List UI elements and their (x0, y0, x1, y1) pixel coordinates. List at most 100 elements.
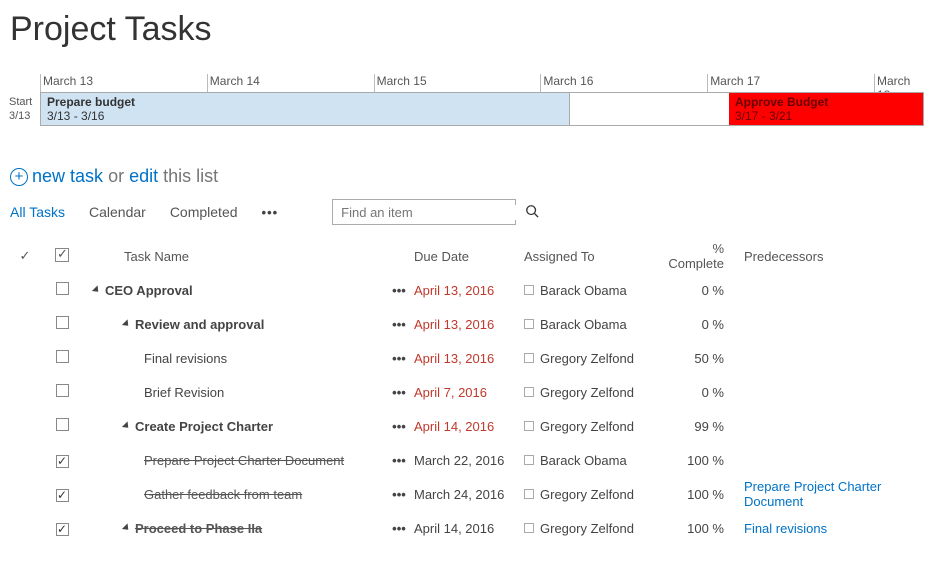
row-checkbox[interactable] (56, 523, 69, 536)
assignee-name[interactable]: Barack Obama (540, 283, 627, 298)
pct-complete: 100 % (664, 487, 724, 502)
header-select-mark[interactable]: ✓ (10, 248, 40, 264)
timeline-tick: March 17 (707, 74, 874, 92)
expand-caret-icon[interactable] (122, 319, 131, 328)
task-name[interactable]: Proceed to Phase IIa (135, 521, 262, 536)
timeline-start-date: 3/13 (9, 110, 30, 122)
timeline-tick: March 14 (207, 74, 374, 92)
pct-complete: 0 % (664, 385, 724, 400)
expand-caret-icon[interactable] (92, 285, 101, 294)
pct-complete: 50 % (664, 351, 724, 366)
row-checkbox[interactable] (56, 282, 69, 295)
assignee-checkbox[interactable] (524, 353, 534, 363)
row-checkbox[interactable] (56, 455, 69, 468)
header-select-all[interactable] (55, 248, 69, 262)
view-calendar[interactable]: Calendar (89, 204, 146, 220)
header-pct-complete[interactable]: % Complete (664, 241, 724, 271)
assignee-name[interactable]: Barack Obama (540, 453, 627, 468)
assignee-checkbox[interactable] (524, 421, 534, 431)
task-bar-name: Prepare budget (47, 95, 563, 109)
view-all-tasks[interactable]: All Tasks (10, 204, 65, 220)
task-name[interactable]: Final revisions (144, 351, 227, 366)
task-name[interactable]: Brief Revision (144, 385, 224, 400)
expand-caret-icon[interactable] (122, 523, 131, 532)
predecessor-link[interactable]: Final revisions (744, 521, 827, 536)
row-menu-icon[interactable]: ••• (384, 453, 414, 468)
pct-complete: 0 % (664, 317, 724, 332)
timeline: March 13 March 14 March 15 March 16 Marc… (40, 74, 924, 126)
timeline-start-label: Start 3/13 (9, 95, 32, 123)
timeline-task-prepare-budget[interactable]: Prepare budget 3/13 - 3/16 (41, 93, 570, 125)
predecessor-link[interactable]: Prepare Project Charter Document (744, 479, 881, 509)
table-row[interactable]: Proceed to Phase IIa •••April 14, 2016 Gre… (10, 511, 924, 545)
task-bar-range: 3/17 - 3/21 (735, 109, 917, 123)
timeline-tick: March 13 (40, 74, 207, 92)
action-this-list: this list (163, 166, 218, 187)
table-row[interactable]: Final revisions •••April 13, 2016 Gregory … (10, 341, 924, 375)
search-icon[interactable] (525, 204, 539, 221)
search-box[interactable] (332, 199, 516, 225)
row-checkbox[interactable] (56, 418, 69, 431)
timeline-task-approve-budget[interactable]: Approve Budget 3/17 - 3/21 (729, 93, 923, 125)
row-menu-icon[interactable]: ••• (384, 419, 414, 434)
task-table: ✓ Task Name Due Date Assigned To % Compl… (10, 239, 924, 545)
table-row[interactable]: Create Project Charter •••April 14, 2016 G… (10, 409, 924, 443)
due-date: March 22, 2016 (414, 453, 524, 468)
assignee-name[interactable]: Gregory Zelfond (540, 419, 634, 434)
assignee-checkbox[interactable] (524, 285, 534, 295)
assignee-checkbox[interactable] (524, 387, 534, 397)
header-task-name[interactable]: Task Name (84, 249, 384, 264)
due-date: April 13, 2016 (414, 351, 524, 366)
task-name[interactable]: Prepare Project Charter Document (144, 453, 344, 468)
table-row[interactable]: Gather feedback from team •••March 24, 20… (10, 477, 924, 511)
row-menu-icon[interactable]: ••• (384, 351, 414, 366)
plus-icon[interactable]: + (10, 168, 28, 186)
assignee-name[interactable]: Gregory Zelfond (540, 385, 634, 400)
row-checkbox[interactable] (56, 489, 69, 502)
row-menu-icon[interactable]: ••• (384, 487, 414, 502)
row-menu-icon[interactable]: ••• (384, 385, 414, 400)
task-name[interactable]: CEO Approval (105, 283, 193, 298)
header-assigned-to[interactable]: Assigned To (524, 249, 664, 264)
due-date: April 14, 2016 (414, 521, 524, 536)
row-checkbox[interactable] (56, 316, 69, 329)
assignee-checkbox[interactable] (524, 455, 534, 465)
table-row[interactable]: Review and approval •••April 13, 2016 Bara… (10, 307, 924, 341)
task-name[interactable]: Create Project Charter (135, 419, 273, 434)
table-row[interactable]: Prepare Project Charter Document •••March… (10, 443, 924, 477)
assignee-name[interactable]: Gregory Zelfond (540, 351, 634, 366)
task-name[interactable]: Review and approval (135, 317, 264, 332)
assignee-checkbox[interactable] (524, 489, 534, 499)
views-more-icon[interactable]: ••• (262, 205, 279, 220)
expand-caret-icon[interactable] (122, 421, 131, 430)
due-date: April 13, 2016 (414, 317, 524, 332)
table-row[interactable]: CEO Approval•••April 13, 2016Barack Obam… (10, 273, 924, 307)
timeline-body[interactable]: Start 3/13 Prepare budget 3/13 - 3/16 Ap… (40, 92, 924, 126)
task-bar-name: Approve Budget (735, 95, 917, 109)
due-date: April 14, 2016 (414, 419, 524, 434)
due-date: March 24, 2016 (414, 487, 524, 502)
header-due-date[interactable]: Due Date (414, 249, 524, 264)
timeline-tick: March 18 (874, 74, 924, 92)
pct-complete: 99 % (664, 419, 724, 434)
table-row[interactable]: Brief Revision•••April 7, 2016Gregory Ze… (10, 375, 924, 409)
assignee-name[interactable]: Gregory Zelfond (540, 521, 634, 536)
row-menu-icon[interactable]: ••• (384, 317, 414, 332)
task-name[interactable]: Gather feedback from team (144, 487, 302, 502)
edit-link[interactable]: edit (129, 166, 158, 187)
assignee-name[interactable]: Barack Obama (540, 317, 627, 332)
view-completed[interactable]: Completed (170, 204, 238, 220)
task-bar-range: 3/13 - 3/16 (47, 109, 563, 123)
row-checkbox[interactable] (56, 350, 69, 363)
assignee-name[interactable]: Gregory Zelfond (540, 487, 634, 502)
assignee-checkbox[interactable] (524, 319, 534, 329)
assignee-checkbox[interactable] (524, 523, 534, 533)
views-bar: All Tasks Calendar Completed ••• (10, 199, 924, 225)
row-menu-icon[interactable]: ••• (384, 521, 414, 536)
row-checkbox[interactable] (56, 384, 69, 397)
timeline-header: March 13 March 14 March 15 March 16 Marc… (40, 74, 924, 92)
row-menu-icon[interactable]: ••• (384, 283, 414, 298)
new-task-link[interactable]: new task (32, 166, 103, 187)
header-predecessors[interactable]: Predecessors (724, 249, 924, 264)
search-input[interactable] (333, 205, 525, 220)
